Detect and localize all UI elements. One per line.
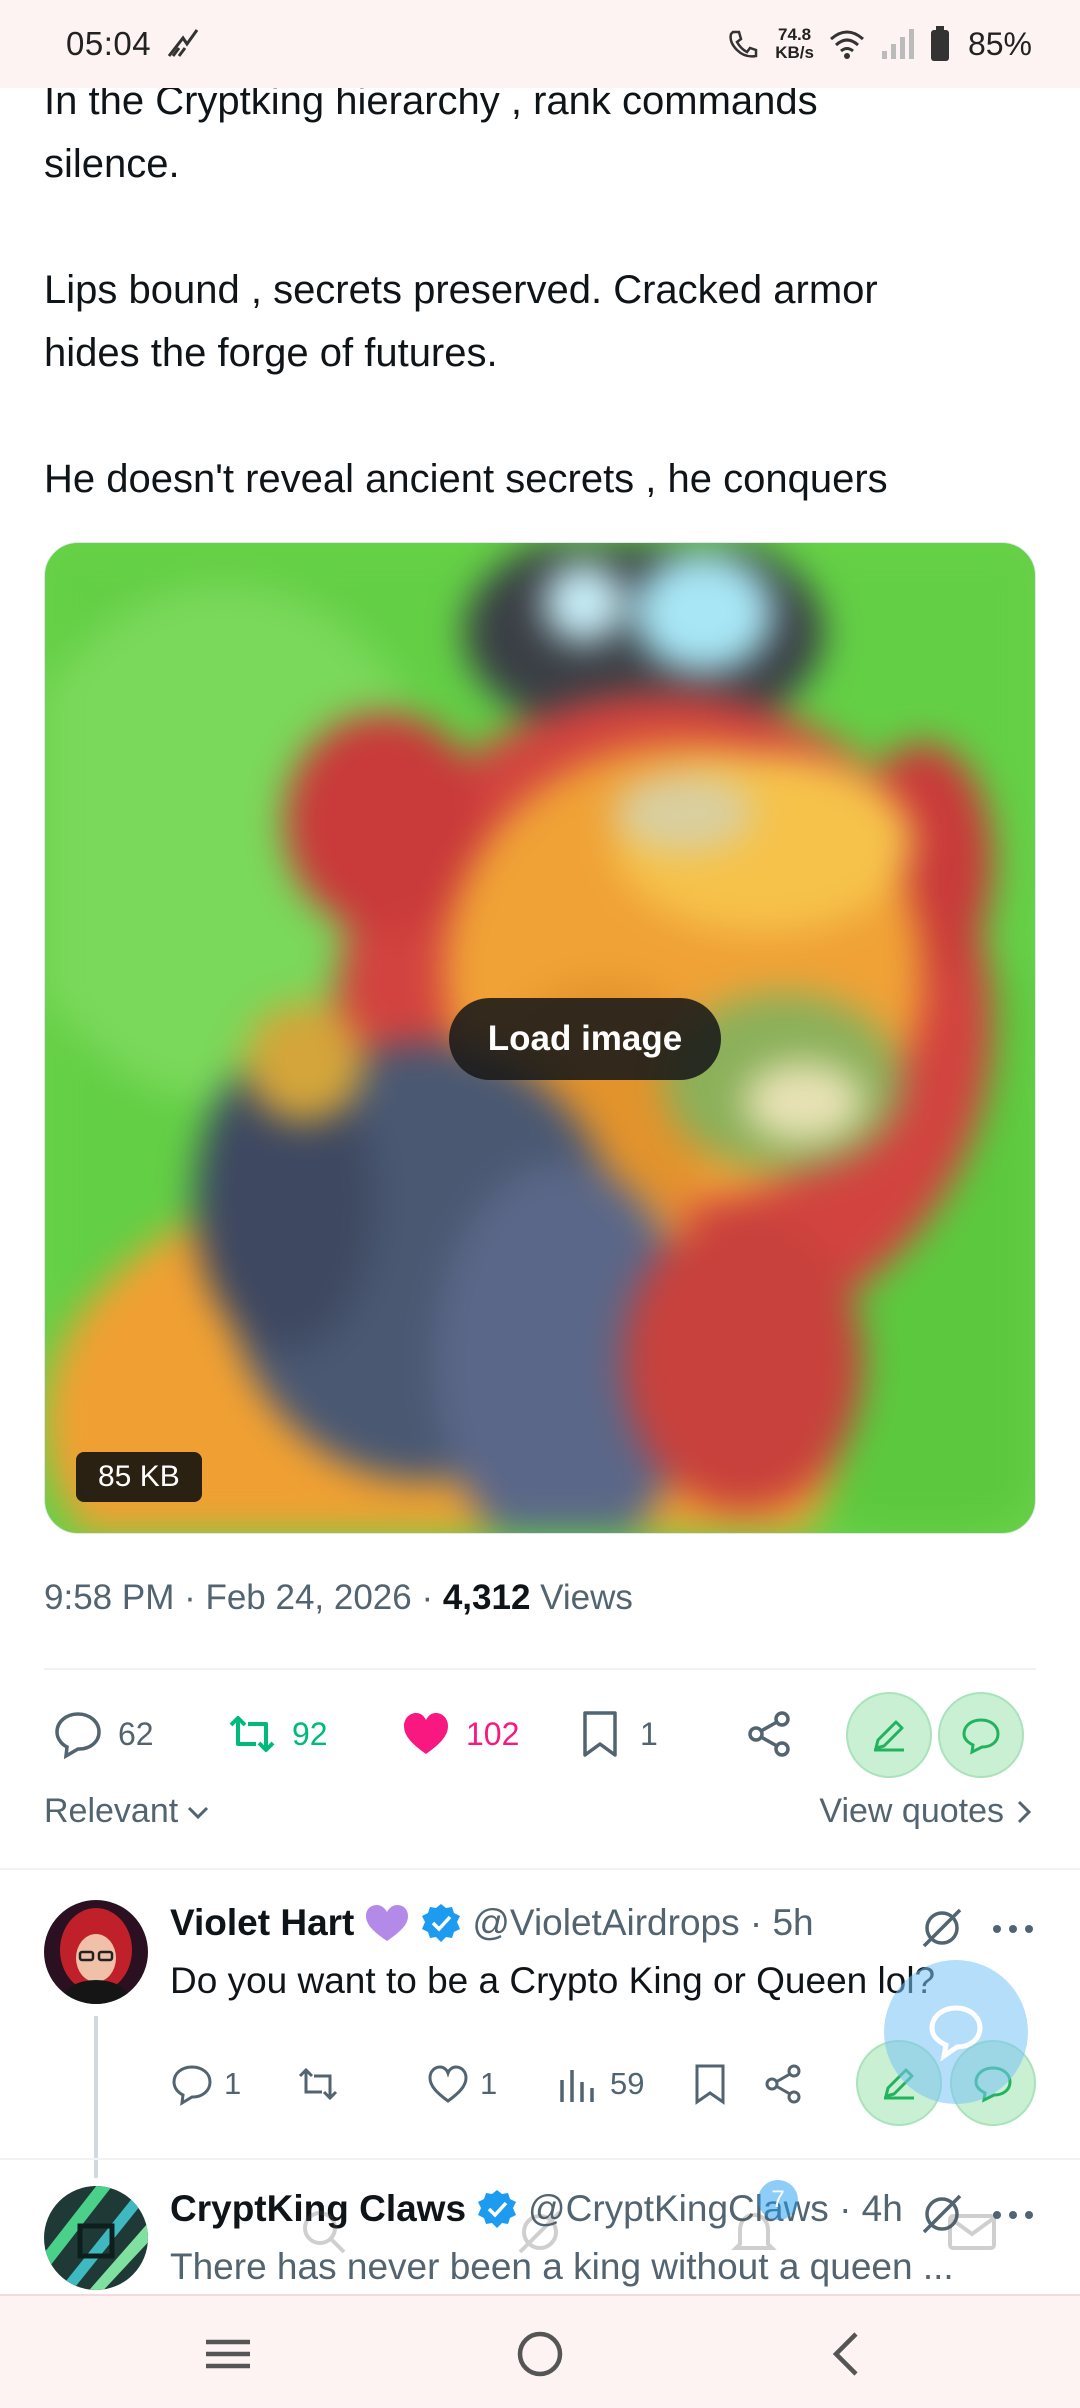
reply-share-button[interactable] (762, 2054, 806, 2114)
reply-reply-button[interactable]: 1 (170, 2054, 241, 2114)
post-meta: 9:58 PM · Feb 24, 2026 · 4,312 Views (44, 1578, 633, 1618)
pencil-icon (874, 1720, 904, 1752)
faded-tab-bar (0, 2180, 1080, 2280)
analytics-icon (560, 2070, 594, 2102)
post-text-line: He doesn't reveal ancient secrets , he c… (44, 457, 888, 501)
status-time: 05:04 (66, 25, 152, 62)
signal-activity-icon (167, 29, 199, 57)
chat-bubble-icon (929, 2005, 983, 2062)
bookmark-button[interactable]: 1 (574, 1690, 658, 1778)
home-icon[interactable] (512, 2326, 568, 2382)
repost-button[interactable]: 92 (226, 1690, 328, 1778)
sort-label: Relevant (44, 1792, 179, 1830)
post-image[interactable]: Load image 85 KB (44, 542, 1036, 1534)
repost-icon (298, 2067, 338, 2101)
network-speed: 74.8 KB/s (775, 25, 814, 62)
like-button[interactable]: 102 (400, 1690, 519, 1778)
system-navigation-bar (0, 2294, 1080, 2408)
reply-header: Violet Hart @VioletAirdrops · 5h (170, 1902, 814, 1944)
bookmark-count: 1 (640, 1715, 658, 1752)
grok-icon[interactable] (916, 1902, 968, 1954)
divider (44, 1668, 1036, 1670)
purple-heart-icon (366, 1905, 409, 1941)
reply-author-name[interactable]: Violet Hart (170, 1902, 354, 1944)
reply-reply-count: 1 (224, 2066, 242, 2101)
reply-views-count: 59 (610, 2066, 645, 2101)
reply-handle: @VioletAirdrops · 5h (472, 1902, 814, 1943)
like-count: 102 (466, 1715, 520, 1752)
cell-signal-icon (881, 29, 914, 59)
bookmark-icon (583, 1711, 617, 1757)
reply-button[interactable]: 62 (52, 1690, 154, 1778)
bookmark-icon (695, 2064, 725, 2105)
post-text-line: Lips bound , secrets preserved. Cracked … (44, 268, 878, 312)
share-button[interactable] (744, 1690, 796, 1778)
load-image-button[interactable]: Load image (449, 998, 721, 1080)
recent-apps-icon[interactable] (200, 2326, 256, 2382)
repost-icon (229, 1716, 275, 1752)
post-text-line: hides the forge of futures. (44, 331, 498, 375)
share-icon (748, 1711, 790, 1757)
repost-count: 92 (292, 1715, 328, 1752)
search-icon[interactable] (296, 2204, 352, 2260)
share-icon (765, 2064, 801, 2104)
reply-repost-button[interactable] (296, 2054, 340, 2114)
divider (0, 2158, 1080, 2160)
post-text-line: silence. (44, 142, 180, 186)
post-text: In the Cryptking hierarchy , rank comman… (44, 70, 1044, 511)
view-quotes-link[interactable]: View quotes (819, 1792, 1036, 1831)
view-quotes-label: View quotes (819, 1792, 1004, 1830)
heart-outline-icon (428, 2065, 468, 2103)
floating-chat-button[interactable] (884, 1960, 1028, 2104)
reply-text: Do you want to be a Crypto King or Queen… (170, 1960, 936, 2001)
section-divider (0, 1868, 1080, 1870)
chevron-right-icon (1017, 1800, 1032, 1823)
status-bar: 05:04 74.8 KB/s 85% (0, 0, 1080, 88)
messages-icon[interactable] (944, 2204, 1000, 2260)
chat-button[interactable] (938, 1692, 1024, 1778)
reply-bookmark-button[interactable] (688, 2054, 732, 2114)
compose-button[interactable] (846, 1692, 932, 1778)
battery-percent: 85% (967, 25, 1032, 62)
reply-sort-row: Relevant View quotes (44, 1792, 1036, 1842)
post-action-bar: 62 92 102 1 (44, 1690, 1044, 1778)
reply-like-button[interactable]: 1 (426, 2054, 497, 2114)
status-icons: 74.8 KB/s 85% (725, 26, 1032, 63)
sort-dropdown[interactable]: Relevant (44, 1792, 212, 1831)
chevron-down-icon (188, 1806, 209, 1819)
heart-filled-icon (404, 1713, 448, 1754)
chat-bubble-icon (962, 1718, 1000, 1755)
wifi-icon (829, 30, 864, 59)
views-label: Views (530, 1578, 633, 1617)
back-icon[interactable] (820, 2326, 876, 2382)
reply-icon (172, 2065, 212, 2106)
reply-views[interactable]: 59 (556, 2054, 644, 2114)
reply-count: 62 (118, 1715, 154, 1752)
grok-tab-icon[interactable] (512, 2204, 568, 2260)
avatar-image (44, 1900, 148, 2004)
image-size-badge: 85 KB (76, 1452, 202, 1502)
battery-icon (930, 26, 949, 61)
thread-line (94, 2016, 98, 2178)
notification-badge: 7 (758, 2180, 798, 2220)
post-timestamp: 9:58 PM · Feb 24, 2026 · (44, 1578, 443, 1617)
reply-icon (55, 1712, 101, 1760)
more-options-icon[interactable] (990, 1906, 1036, 1952)
wifi-calling-icon (729, 30, 758, 58)
verified-badge-icon (422, 1904, 461, 1942)
reply-like-count: 1 (480, 2066, 498, 2101)
avatar[interactable] (44, 1900, 148, 2004)
views-count: 4,312 (442, 1578, 531, 1617)
